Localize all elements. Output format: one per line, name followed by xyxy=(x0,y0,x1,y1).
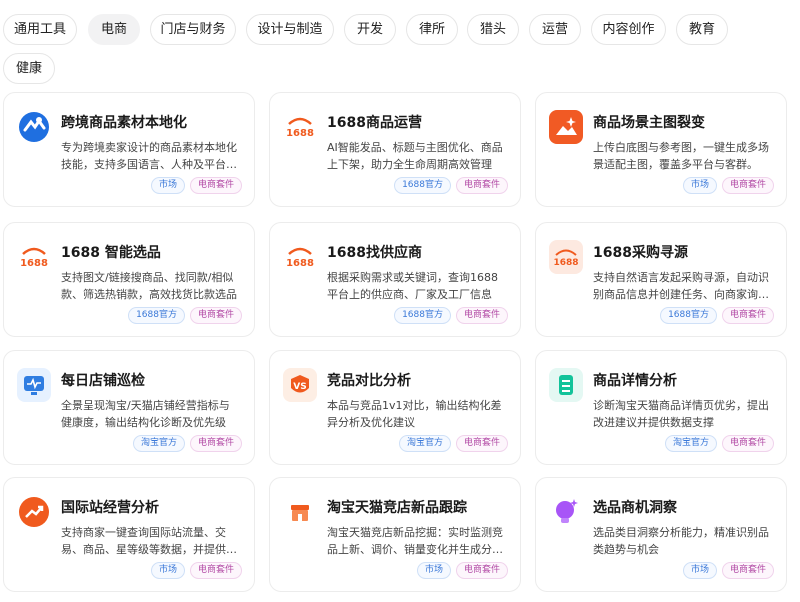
card-description: 支持商家一键查询国际站流量、交易、商品、星等级等数据，并提供… xyxy=(61,526,237,556)
tag-badge: 电商套件 xyxy=(721,562,774,579)
tag-badge: 电商套件 xyxy=(455,562,508,579)
tag-badge: 电商套件 xyxy=(455,177,508,194)
card-description: 支持自然语言发起采购寻源，自动识别商品信息并创建任务、向商家询… xyxy=(593,271,769,301)
tag-badge: 市场 xyxy=(416,562,451,579)
filter-chip-health[interactable]: 健康 xyxy=(3,53,55,84)
skill-card[interactable]: 淘宝天猫竞店新品跟踪 淘宝天猫竞店新品挖掘：实时监测竞品上新、调价、销量变化并生… xyxy=(269,477,521,592)
tag-badge: 淘宝官方 xyxy=(398,435,451,452)
skill-card[interactable]: 每日店铺巡检 全景呈现淘宝/天猫店铺经营指标与健康度，输出结构化诊断及优先级建…… xyxy=(3,350,255,465)
svg-text:1688: 1688 xyxy=(20,258,48,269)
filter-chip-law-firm[interactable]: 律所 xyxy=(406,14,458,45)
category-filter-bar: 通用工具 电商 门店与财务 设计与制造 开发 律所 猎头 运营 内容创作 教育 … xyxy=(0,0,800,90)
tag-badge: 电商套件 xyxy=(189,435,242,452)
skill-card[interactable]: 选品商机洞察 选品类目洞察分析能力，精准识别品类趋势与机会 市场 电商套件 xyxy=(535,477,787,592)
1688-logo-icon: 1688 xyxy=(549,240,583,274)
skill-card[interactable]: 跨境商品素材本地化 专为跨境卖家设计的商品素材本地化技能，支持多国语言、人种及平… xyxy=(3,92,255,207)
card-title: 1688商品运营 xyxy=(327,115,422,131)
tag-badge: 电商套件 xyxy=(455,307,508,324)
1688-logo-icon: 1688 xyxy=(17,240,51,274)
tag-badge: 电商套件 xyxy=(189,177,242,194)
svg-text:1688: 1688 xyxy=(286,128,314,139)
filter-chip-general-tools[interactable]: 通用工具 xyxy=(3,14,77,45)
card-description: 支持图文/链接搜商品、找同款/相似款、筛选热销款，高效找货比款选品 xyxy=(61,271,237,301)
card-description: 本品与竞品1v1对比，输出结构化差异分析及优化建议 xyxy=(327,399,502,429)
tag-badge: 1688官方 xyxy=(394,177,451,194)
tag-badge: 市场 xyxy=(150,562,185,579)
tag-badge: 1688官方 xyxy=(660,307,717,324)
svg-text:VS: VS xyxy=(293,382,306,392)
skill-card[interactable]: 商品场景主图裂变 上传白底图与参考图，一键生成多场景适配主图，覆盖多平台与客群。… xyxy=(535,92,787,207)
card-title: 1688找供应商 xyxy=(327,245,422,261)
storefront-icon xyxy=(283,495,317,529)
image-sparkle-icon xyxy=(549,110,583,144)
skill-card[interactable]: 国际站经营分析 支持商家一键查询国际站流量、交易、商品、星等级等数据，并提供… … xyxy=(3,477,255,592)
versus-icon: VS xyxy=(283,368,317,402)
card-description: 淘宝天猫竞店新品挖掘：实时监测竞品上新、调价、销量变化并生成分… xyxy=(327,526,503,556)
tag-badge: 电商套件 xyxy=(721,307,774,324)
filter-chip-store-finance[interactable]: 门店与财务 xyxy=(150,14,236,45)
card-title: 国际站经营分析 xyxy=(61,500,159,516)
skill-card[interactable]: 1688 1688商品运营 AI智能发品、标题与主图优化、商品上下架，助力全生命… xyxy=(269,92,521,207)
card-title: 竞品对比分析 xyxy=(327,373,411,389)
filter-chip-design-manufacturing[interactable]: 设计与制造 xyxy=(246,14,334,45)
filter-chip-headhunter[interactable]: 猎头 xyxy=(467,14,519,45)
tag-badge: 1688官方 xyxy=(394,307,451,324)
card-title: 1688 智能选品 xyxy=(61,245,161,261)
card-description: 根据采购需求或关键词，查询1688平台上的供应商、厂家及工厂信息 xyxy=(327,271,498,301)
tag-badge: 市场 xyxy=(150,177,185,194)
card-title: 选品商机洞察 xyxy=(593,500,677,516)
svg-text:1688: 1688 xyxy=(286,258,314,269)
card-description: 选品类目洞察分析能力，精准识别品类趋势与机会 xyxy=(593,526,769,556)
card-description: AI智能发品、标题与主图优化、商品上下架，助力全生命周期高效管理 xyxy=(327,141,503,171)
lightbulb-sparkle-icon xyxy=(549,495,583,529)
svg-text:1688: 1688 xyxy=(553,258,578,268)
monitor-pulse-icon xyxy=(17,368,51,402)
clipboard-list-icon xyxy=(549,368,583,402)
skill-card[interactable]: 商品详情分析 诊断淘宝天猫商品详情页优劣，提出改进建议并提供数据支撑 淘宝官方电… xyxy=(535,350,787,465)
skill-card-grid: 跨境商品素材本地化 专为跨境卖家设计的商品素材本地化技能，支持多国语言、人种及平… xyxy=(0,92,800,602)
card-title: 每日店铺巡检 xyxy=(61,373,145,389)
filter-chip-content-creation[interactable]: 内容创作 xyxy=(591,14,666,45)
skill-card[interactable]: 1688 1688找供应商 根据采购需求或关键词，查询1688平台上的供应商、厂… xyxy=(269,222,521,337)
skill-card[interactable]: 1688 1688 智能选品 支持图文/链接搜商品、找同款/相似款、筛选热销款，… xyxy=(3,222,255,337)
tag-badge: 电商套件 xyxy=(721,435,774,452)
card-description: 上传白底图与参考图，一键生成多场景适配主图，覆盖多平台与客群。 xyxy=(593,141,769,171)
tag-badge: 淘宝官方 xyxy=(664,435,717,452)
filter-chip-operations[interactable]: 运营 xyxy=(529,14,581,45)
skill-card[interactable]: VS 竞品对比分析 本品与竞品1v1对比，输出结构化差异分析及优化建议 淘宝官方… xyxy=(269,350,521,465)
tag-badge: 市场 xyxy=(682,562,717,579)
card-title: 跨境商品素材本地化 xyxy=(61,115,187,131)
1688-logo-icon: 1688 xyxy=(283,240,317,274)
tag-badge: 市场 xyxy=(682,177,717,194)
1688-logo-icon: 1688 xyxy=(283,110,317,144)
card-title: 商品场景主图裂变 xyxy=(593,115,705,131)
card-title: 淘宝天猫竞店新品跟踪 xyxy=(327,500,467,516)
card-title: 商品详情分析 xyxy=(593,373,677,389)
tag-badge: 电商套件 xyxy=(189,562,242,579)
tag-badge: 电商套件 xyxy=(189,307,242,324)
tag-badge: 淘宝官方 xyxy=(132,435,185,452)
card-description: 全景呈现淘宝/天猫店铺经营指标与健康度，输出结构化诊断及优先级建… xyxy=(61,399,230,429)
filter-chip-ecommerce[interactable]: 电商 xyxy=(88,14,140,45)
tag-badge: 电商套件 xyxy=(455,435,508,452)
filter-chip-development[interactable]: 开发 xyxy=(344,14,396,45)
card-title: 1688采购寻源 xyxy=(593,245,688,261)
tag-badge: 1688官方 xyxy=(128,307,185,324)
card-description: 诊断淘宝天猫商品详情页优劣，提出改进建议并提供数据支撑 xyxy=(593,399,769,429)
skill-card[interactable]: 1688 1688采购寻源 支持自然语言发起采购寻源，自动识别商品信息并创建任务… xyxy=(535,222,787,337)
tag-badge: 电商套件 xyxy=(721,177,774,194)
card-description: 专为跨境卖家设计的商品素材本地化技能，支持多国语言、人种及平台… xyxy=(61,141,237,171)
trend-up-icon xyxy=(17,495,51,529)
filter-chip-education[interactable]: 教育 xyxy=(676,14,728,45)
map-globe-icon xyxy=(17,110,51,144)
